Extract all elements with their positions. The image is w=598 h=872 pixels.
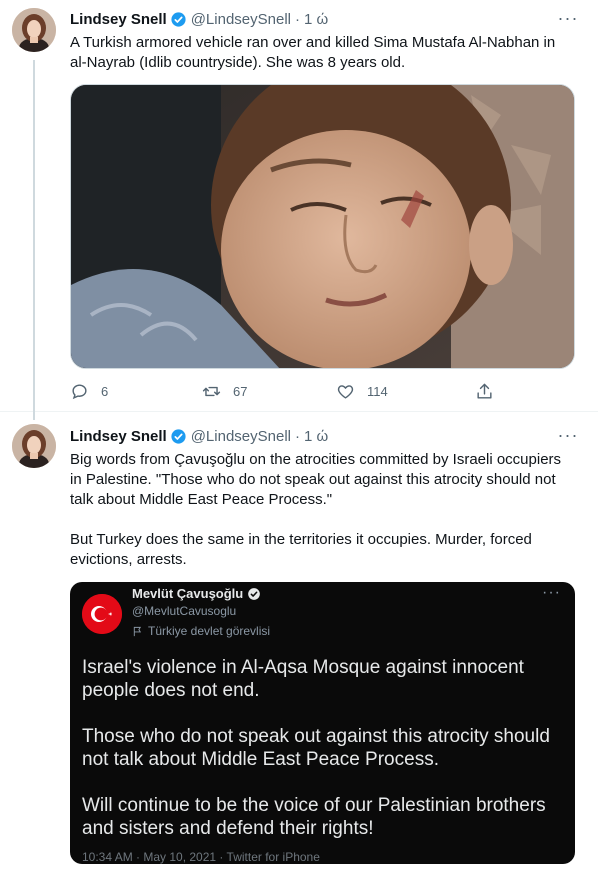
separator-dot: · [295, 427, 300, 445]
more-icon[interactable]: ··· [556, 426, 580, 449]
quoted-tweet-text: Israel's violence in Al-Aqsa Mosque agai… [82, 656, 567, 863]
tweet-2[interactable]: Lindsey Snell @LindseySnell · 1 ώ ··· Bi… [0, 412, 598, 872]
quoted-paragraph-3: Will continue to be the voice of our Pal… [82, 795, 546, 839]
share-icon [477, 383, 492, 399]
tweet-text-paragraph-2: But Turkey does the same in the territor… [70, 531, 532, 568]
author-name[interactable]: Lindsey Snell [70, 428, 167, 445]
avatar[interactable] [12, 8, 56, 52]
thread-line [33, 60, 35, 420]
reply-button[interactable]: 6 [70, 382, 108, 401]
author-handle[interactable]: @LindseySnell [191, 11, 291, 28]
government-label: Türkiye devlet görevlisi [132, 624, 270, 638]
quoted-author-handle: @MevlutCavusoglu [132, 604, 237, 618]
retweet-icon [202, 386, 221, 397]
verified-badge-icon [171, 428, 186, 444]
author-name[interactable]: Lindsey Snell [70, 11, 167, 28]
timestamp[interactable]: 1 ώ [304, 428, 328, 445]
retweet-button[interactable]: 67 [202, 382, 247, 401]
verified-badge-icon [248, 587, 261, 600]
quoted-more-icon: ··· [542, 584, 561, 601]
like-button[interactable]: 114 [336, 382, 388, 401]
government-label-icon [133, 626, 142, 636]
quoted-author-name-text: Mevlüt Çavuşoğlu [132, 586, 244, 601]
tweet-header: Lindsey Snell @LindseySnell · 1 ώ [70, 426, 328, 446]
avatar[interactable] [12, 424, 56, 468]
quoted-paragraph-1: Israel's violence in Al-Aqsa Mosque agai… [82, 657, 524, 701]
tweet-text-paragraph-1: Big words from Çavuşoğlu on the atrociti… [70, 451, 562, 508]
quoted-tweet-footer: 10:34 AM · May 10, 2021 · Twitter for iP… [82, 850, 320, 864]
tweet-photo[interactable] [70, 84, 575, 369]
author-handle[interactable]: @LindseySnell [191, 428, 291, 445]
tweet-header: Lindsey Snell @LindseySnell · 1 ώ [70, 9, 328, 29]
retweet-count: 67 [233, 384, 248, 399]
verified-badge-icon [171, 11, 186, 27]
like-icon [337, 385, 354, 399]
tweet-text: A Turkish armored vehicle ran over and k… [70, 34, 556, 71]
timestamp[interactable]: 1 ώ [304, 11, 328, 28]
more-icon[interactable]: ··· [556, 9, 580, 32]
separator-dot: · [295, 10, 300, 28]
share-button[interactable] [475, 382, 494, 401]
like-count: 114 [367, 384, 388, 399]
quoted-paragraph-2: Those who do not speak out against this … [82, 726, 550, 770]
reply-count: 6 [101, 384, 109, 399]
government-label-text: Türkiye devlet görevlisi [148, 624, 271, 638]
quoted-tweet[interactable]: Mevlüt Çavuşoğlu @MevlutCavusoglu Türkiy… [70, 582, 575, 864]
tweet-1[interactable]: Lindsey Snell @LindseySnell · 1 ώ ··· A … [0, 0, 598, 420]
tweet-actions: 6 67 114 [70, 382, 500, 402]
flag-avatar [82, 594, 122, 634]
quoted-author-name: Mevlüt Çavuşoğlu [132, 586, 261, 601]
reply-icon [72, 384, 87, 400]
